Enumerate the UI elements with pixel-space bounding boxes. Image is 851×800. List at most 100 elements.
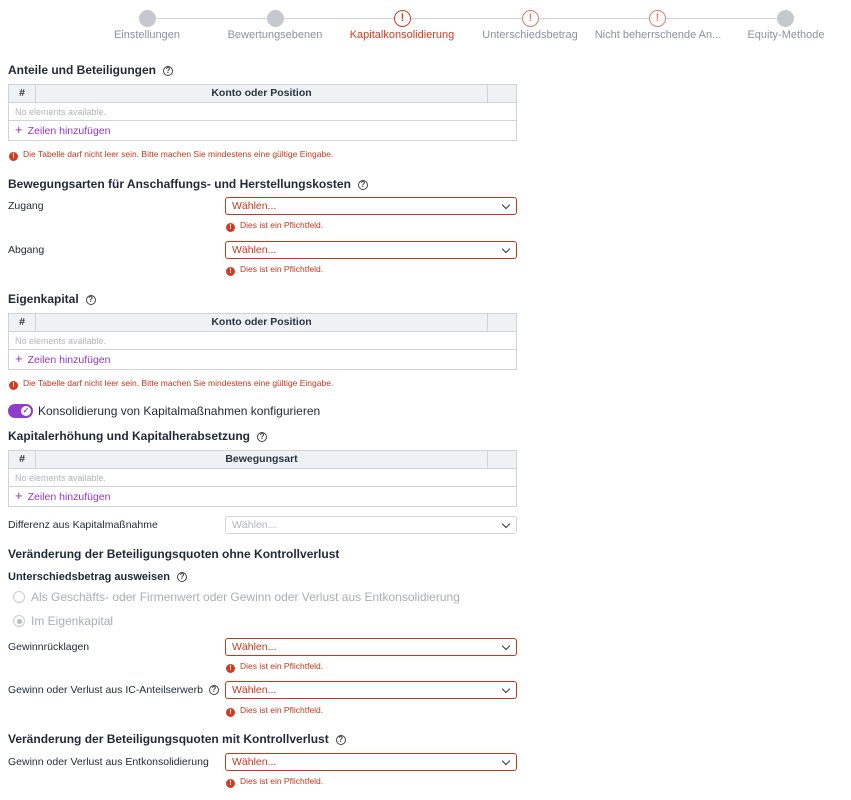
error-icon: !: [226, 779, 235, 788]
section-title-text: Eigenkapital: [8, 292, 79, 306]
add-rows-label: Zeilen hinzufügen: [27, 125, 111, 137]
column-header-number: #: [9, 314, 36, 331]
column-header-konto[interactable]: Konto oder Position: [36, 85, 488, 102]
gewinnruecklagen-error-message: ! Dies ist ein Pflichtfeld.: [226, 661, 323, 673]
add-rows-button[interactable]: + Zeilen hinzufügen: [9, 487, 516, 506]
chevron-down-icon: [501, 684, 511, 694]
section-title-anteile: Anteile und Beteiligungen?: [8, 63, 174, 77]
section-title-mit-kontrollverlust: Veränderung der Beteiligungsquoten mit K…: [8, 732, 346, 746]
add-rows-label: Zeilen hinzufügen: [27, 354, 111, 366]
zugang-label: Zugang: [8, 200, 44, 212]
section-title-text: Veränderung der Beteiligungsquoten mit K…: [8, 732, 329, 746]
step-equity-methode-dot[interactable]: [777, 10, 794, 27]
section-title-bewegungsarten: Bewegungsarten für Anschaffungs- und Her…: [8, 177, 368, 191]
radio-firmenwert[interactable]: [13, 591, 25, 603]
ic-anteilserwerb-select[interactable]: Wählen...: [225, 681, 517, 699]
abgang-select[interactable]: Wählen...: [225, 241, 517, 259]
error-icon: !: [226, 708, 235, 717]
section-title-eigenkapital: Eigenkapital?: [8, 292, 96, 306]
column-header-number: #: [9, 85, 36, 102]
unterschiedsbetrag-label: Unterschiedsbetrag ausweisen?: [8, 571, 188, 583]
radio-eigenkapital[interactable]: [13, 615, 25, 627]
help-icon[interactable]: ?: [357, 180, 368, 190]
entkonsolidierung-select[interactable]: Wählen...: [225, 753, 517, 771]
error-text: Dies ist ein Pflichtfeld.: [240, 264, 324, 274]
column-header-konto[interactable]: Konto oder Position: [36, 314, 488, 331]
ic-anteilserwerb-label: Gewinn oder Verlust aus IC-Anteilserwerb…: [8, 684, 219, 696]
zugang-error-message: ! Dies ist ein Pflichtfeld.: [226, 220, 323, 232]
error-text: Die Tabelle darf nicht leer sein. Bitte …: [23, 149, 334, 159]
radio-eigenkapital-label: Im Eigenkapital: [31, 614, 114, 628]
eigenkapital-table: # Konto oder Position No elements availa…: [8, 313, 517, 370]
chevron-down-icon: [501, 641, 511, 651]
add-rows-button[interactable]: + Zeilen hinzufügen: [9, 121, 516, 140]
step-bewertungsebenen-dot[interactable]: [267, 10, 284, 27]
error-text: Dies ist ein Pflichtfeld.: [240, 220, 324, 230]
zugang-select[interactable]: Wählen...: [225, 197, 517, 215]
step-bewertungsebenen-label[interactable]: Bewertungsebenen: [205, 29, 345, 41]
entkonsolidierung-error-message: ! Dies ist ein Pflichtfeld.: [226, 776, 323, 788]
radio-firmenwert-label: Als Geschäfts- oder Firmenwert oder Gewi…: [31, 590, 460, 604]
section-title-ohne-kontrollverlust: Veränderung der Beteiligungsquoten ohne …: [8, 547, 340, 561]
step-einstellungen-label[interactable]: Einstellungen: [77, 29, 217, 41]
plus-icon: +: [15, 488, 23, 503]
step-unterschiedsbetrag-error-icon[interactable]: !: [522, 10, 539, 27]
help-icon[interactable]: ?: [177, 572, 188, 582]
select-value: Wählen...: [232, 756, 277, 768]
error-icon: !: [226, 664, 235, 673]
section-title-text: Kapitalerhöhung und Kapitalherabsetzung: [8, 429, 251, 443]
gewinnruecklagen-label: Gewinnrücklagen: [8, 641, 90, 653]
differenz-select[interactable]: Wählen...: [225, 516, 517, 534]
table-header: # Bewegungsart: [9, 451, 516, 469]
step-nicht-beherrschende-label[interactable]: Nicht beherrschende An...: [588, 29, 728, 41]
help-icon[interactable]: ?: [85, 295, 96, 305]
abgang-error-message: ! Dies ist ein Pflichtfeld.: [226, 264, 323, 276]
column-header-bewegungsart[interactable]: Bewegungsart: [36, 451, 488, 468]
help-icon[interactable]: ?: [208, 685, 219, 695]
column-header-actions: [488, 451, 516, 468]
chevron-down-icon: [501, 244, 511, 254]
error-icon: !: [226, 267, 235, 276]
error-text: Die Tabelle darf nicht leer sein. Bitte …: [23, 378, 334, 388]
step-kapitalkonsolidierung-label[interactable]: Kapitalkonsolidierung: [332, 29, 472, 41]
step-unterschiedsbetrag-label[interactable]: Unterschiedsbetrag: [460, 29, 600, 41]
section-title-text: Anteile und Beteiligungen: [8, 63, 157, 77]
column-header-actions: [488, 314, 516, 331]
abgang-label: Abgang: [8, 244, 45, 256]
kapitalmassnahmen-toggle[interactable]: ✓: [8, 404, 33, 418]
chevron-down-icon: [501, 200, 511, 210]
table-empty-message: No elements available.: [9, 103, 516, 121]
select-value: Wählen...: [232, 641, 277, 653]
table-header: # Konto oder Position: [9, 85, 516, 103]
add-rows-label: Zeilen hinzufügen: [27, 491, 111, 503]
chevron-down-icon: [501, 756, 511, 766]
section-title-kapitalerhoehung: Kapitalerhöhung und Kapitalherabsetzung?: [8, 429, 268, 443]
section-title-text: Bewegungsarten für Anschaffungs- und Her…: [8, 177, 351, 191]
help-icon[interactable]: ?: [335, 735, 346, 745]
column-header-actions: [488, 85, 516, 102]
add-rows-button[interactable]: + Zeilen hinzufügen: [9, 350, 516, 369]
ic-anteilserwerb-error-message: ! Dies ist ein Pflichtfeld.: [226, 705, 323, 717]
step-nicht-beherrschende-error-icon[interactable]: !: [649, 10, 666, 27]
stepper-line: [147, 18, 785, 19]
error-icon: !: [9, 152, 18, 161]
gewinnruecklagen-select[interactable]: Wählen...: [225, 638, 517, 656]
differenz-label: Differenz aus Kapitalmaßnahme: [8, 519, 158, 531]
select-value: Wählen...: [232, 200, 277, 212]
error-icon: !: [226, 223, 235, 232]
table-empty-message: No elements available.: [9, 469, 516, 487]
error-icon: !: [9, 381, 18, 390]
step-equity-methode-label[interactable]: Equity-Methode: [716, 29, 851, 41]
toggle-label: Konsolidierung von Kapitalmaßnahmen konf…: [38, 404, 321, 418]
anteile-table: # Konto oder Position No elements availa…: [8, 84, 517, 141]
select-value: Wählen...: [232, 519, 277, 531]
error-text: Dies ist ein Pflichtfeld.: [240, 705, 324, 715]
help-icon[interactable]: ?: [163, 66, 174, 76]
step-einstellungen-dot[interactable]: [139, 10, 156, 27]
step-kapitalkonsolidierung-error-icon[interactable]: !: [394, 10, 411, 27]
help-icon[interactable]: ?: [257, 432, 268, 442]
select-value: Wählen...: [232, 684, 277, 696]
entkonsolidierung-label: Gewinn oder Verlust aus Entkonsolidierun…: [8, 756, 209, 768]
select-value: Wählen...: [232, 244, 277, 256]
anteile-error-message: ! Die Tabelle darf nicht leer sein. Bitte…: [9, 149, 333, 161]
